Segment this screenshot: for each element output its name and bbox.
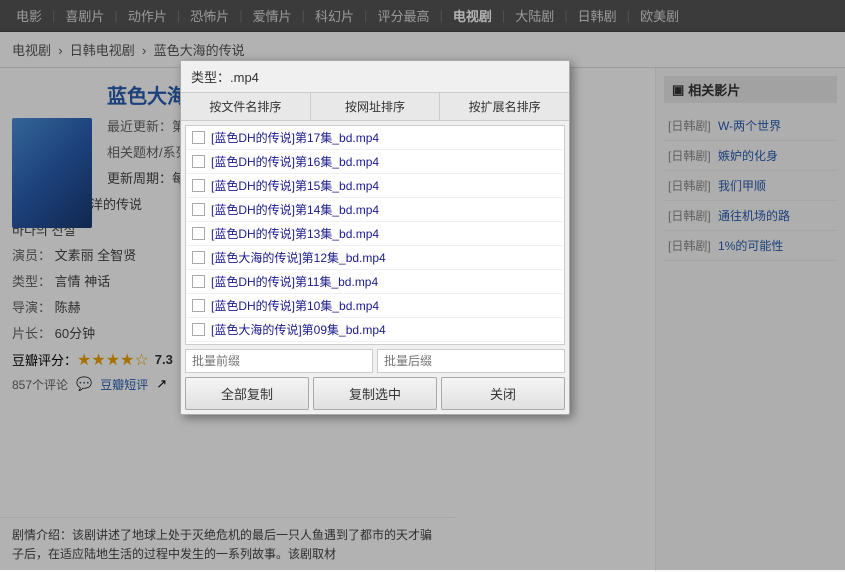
file-checkbox[interactable] [192,299,205,312]
file-item[interactable]: [蓝色DH的传说]第15集_bd.mp4 [186,174,564,198]
batch-suffix-input[interactable] [377,349,565,373]
file-checkbox[interactable] [192,179,205,192]
file-item[interactable]: [蓝色DH的传说]第11集_bd.mp4 [186,270,564,294]
file-item[interactable]: [蓝色DH的传说]第17集_bd.mp4 [186,126,564,150]
file-checkbox[interactable] [192,275,205,288]
file-item[interactable]: [蓝色DH的传说]第10集_bd.mp4 [186,294,564,318]
modal-type-text: 类型：.mp4 [191,70,259,85]
modal-action-buttons: 全部复制 复制选中 关闭 [185,377,565,410]
file-name: [蓝色DH的传说]第14集_bd.mp4 [211,201,379,218]
file-checkbox[interactable] [192,227,205,240]
copy-all-button[interactable]: 全部复制 [185,377,309,410]
file-item[interactable]: [蓝色DH的传说]第16集_bd.mp4 [186,150,564,174]
file-list[interactable]: [蓝色DH的传说]第17集_bd.mp4 [蓝色DH的传说]第16集_bd.mp… [185,125,565,345]
file-item[interactable]: [蓝色DH的传说]第13集_bd.mp4 [186,222,564,246]
file-name: [蓝色DH的传说]第11集_bd.mp4 [211,273,378,290]
file-name: [蓝色DH的传说]第15集_bd.mp4 [211,177,379,194]
file-modal: 类型：.mp4 按文件名排序 按网址排序 按扩展名排序 [蓝色DH的传说]第17… [180,60,570,415]
file-name: [蓝色DH的传说]第13集_bd.mp4 [211,225,379,242]
file-name: [蓝色DH的传说]第10集_bd.mp4 [211,297,379,314]
modal-overlay[interactable]: 类型：.mp4 按文件名排序 按网址排序 按扩展名排序 [蓝色DH的传说]第17… [0,0,845,570]
sort-by-filename-button[interactable]: 按文件名排序 [181,93,311,120]
sort-by-extension-button[interactable]: 按扩展名排序 [440,93,569,120]
modal-type-bar: 类型：.mp4 [181,61,569,93]
file-checkbox[interactable] [192,251,205,264]
file-name: [蓝色DH的传说]第16集_bd.mp4 [211,153,379,170]
file-name: [蓝色大海的传说]第12集_bd.mp4 [211,249,386,266]
file-checkbox[interactable] [192,203,205,216]
file-checkbox[interactable] [192,323,205,336]
file-item[interactable]: [蓝色DH的传说]第14集_bd.mp4 [186,198,564,222]
file-item[interactable]: [蓝色DH的传说]第08集_bd.mp4 [186,342,564,345]
file-item[interactable]: [蓝色大海的传说]第12集_bd.mp4 [186,246,564,270]
file-name: [蓝色DH的传说]第17集_bd.mp4 [211,129,379,146]
modal-sort-bar: 按文件名排序 按网址排序 按扩展名排序 [181,93,569,121]
copy-selected-button[interactable]: 复制选中 [313,377,437,410]
file-item[interactable]: [蓝色大海的传说]第09集_bd.mp4 [186,318,564,342]
batch-row [185,349,565,373]
file-checkbox[interactable] [192,131,205,144]
close-modal-button[interactable]: 关闭 [441,377,565,410]
file-checkbox[interactable] [192,155,205,168]
file-name: [蓝色大海的传说]第09集_bd.mp4 [211,321,386,338]
batch-prefix-input[interactable] [185,349,373,373]
sort-by-url-button[interactable]: 按网址排序 [311,93,441,120]
